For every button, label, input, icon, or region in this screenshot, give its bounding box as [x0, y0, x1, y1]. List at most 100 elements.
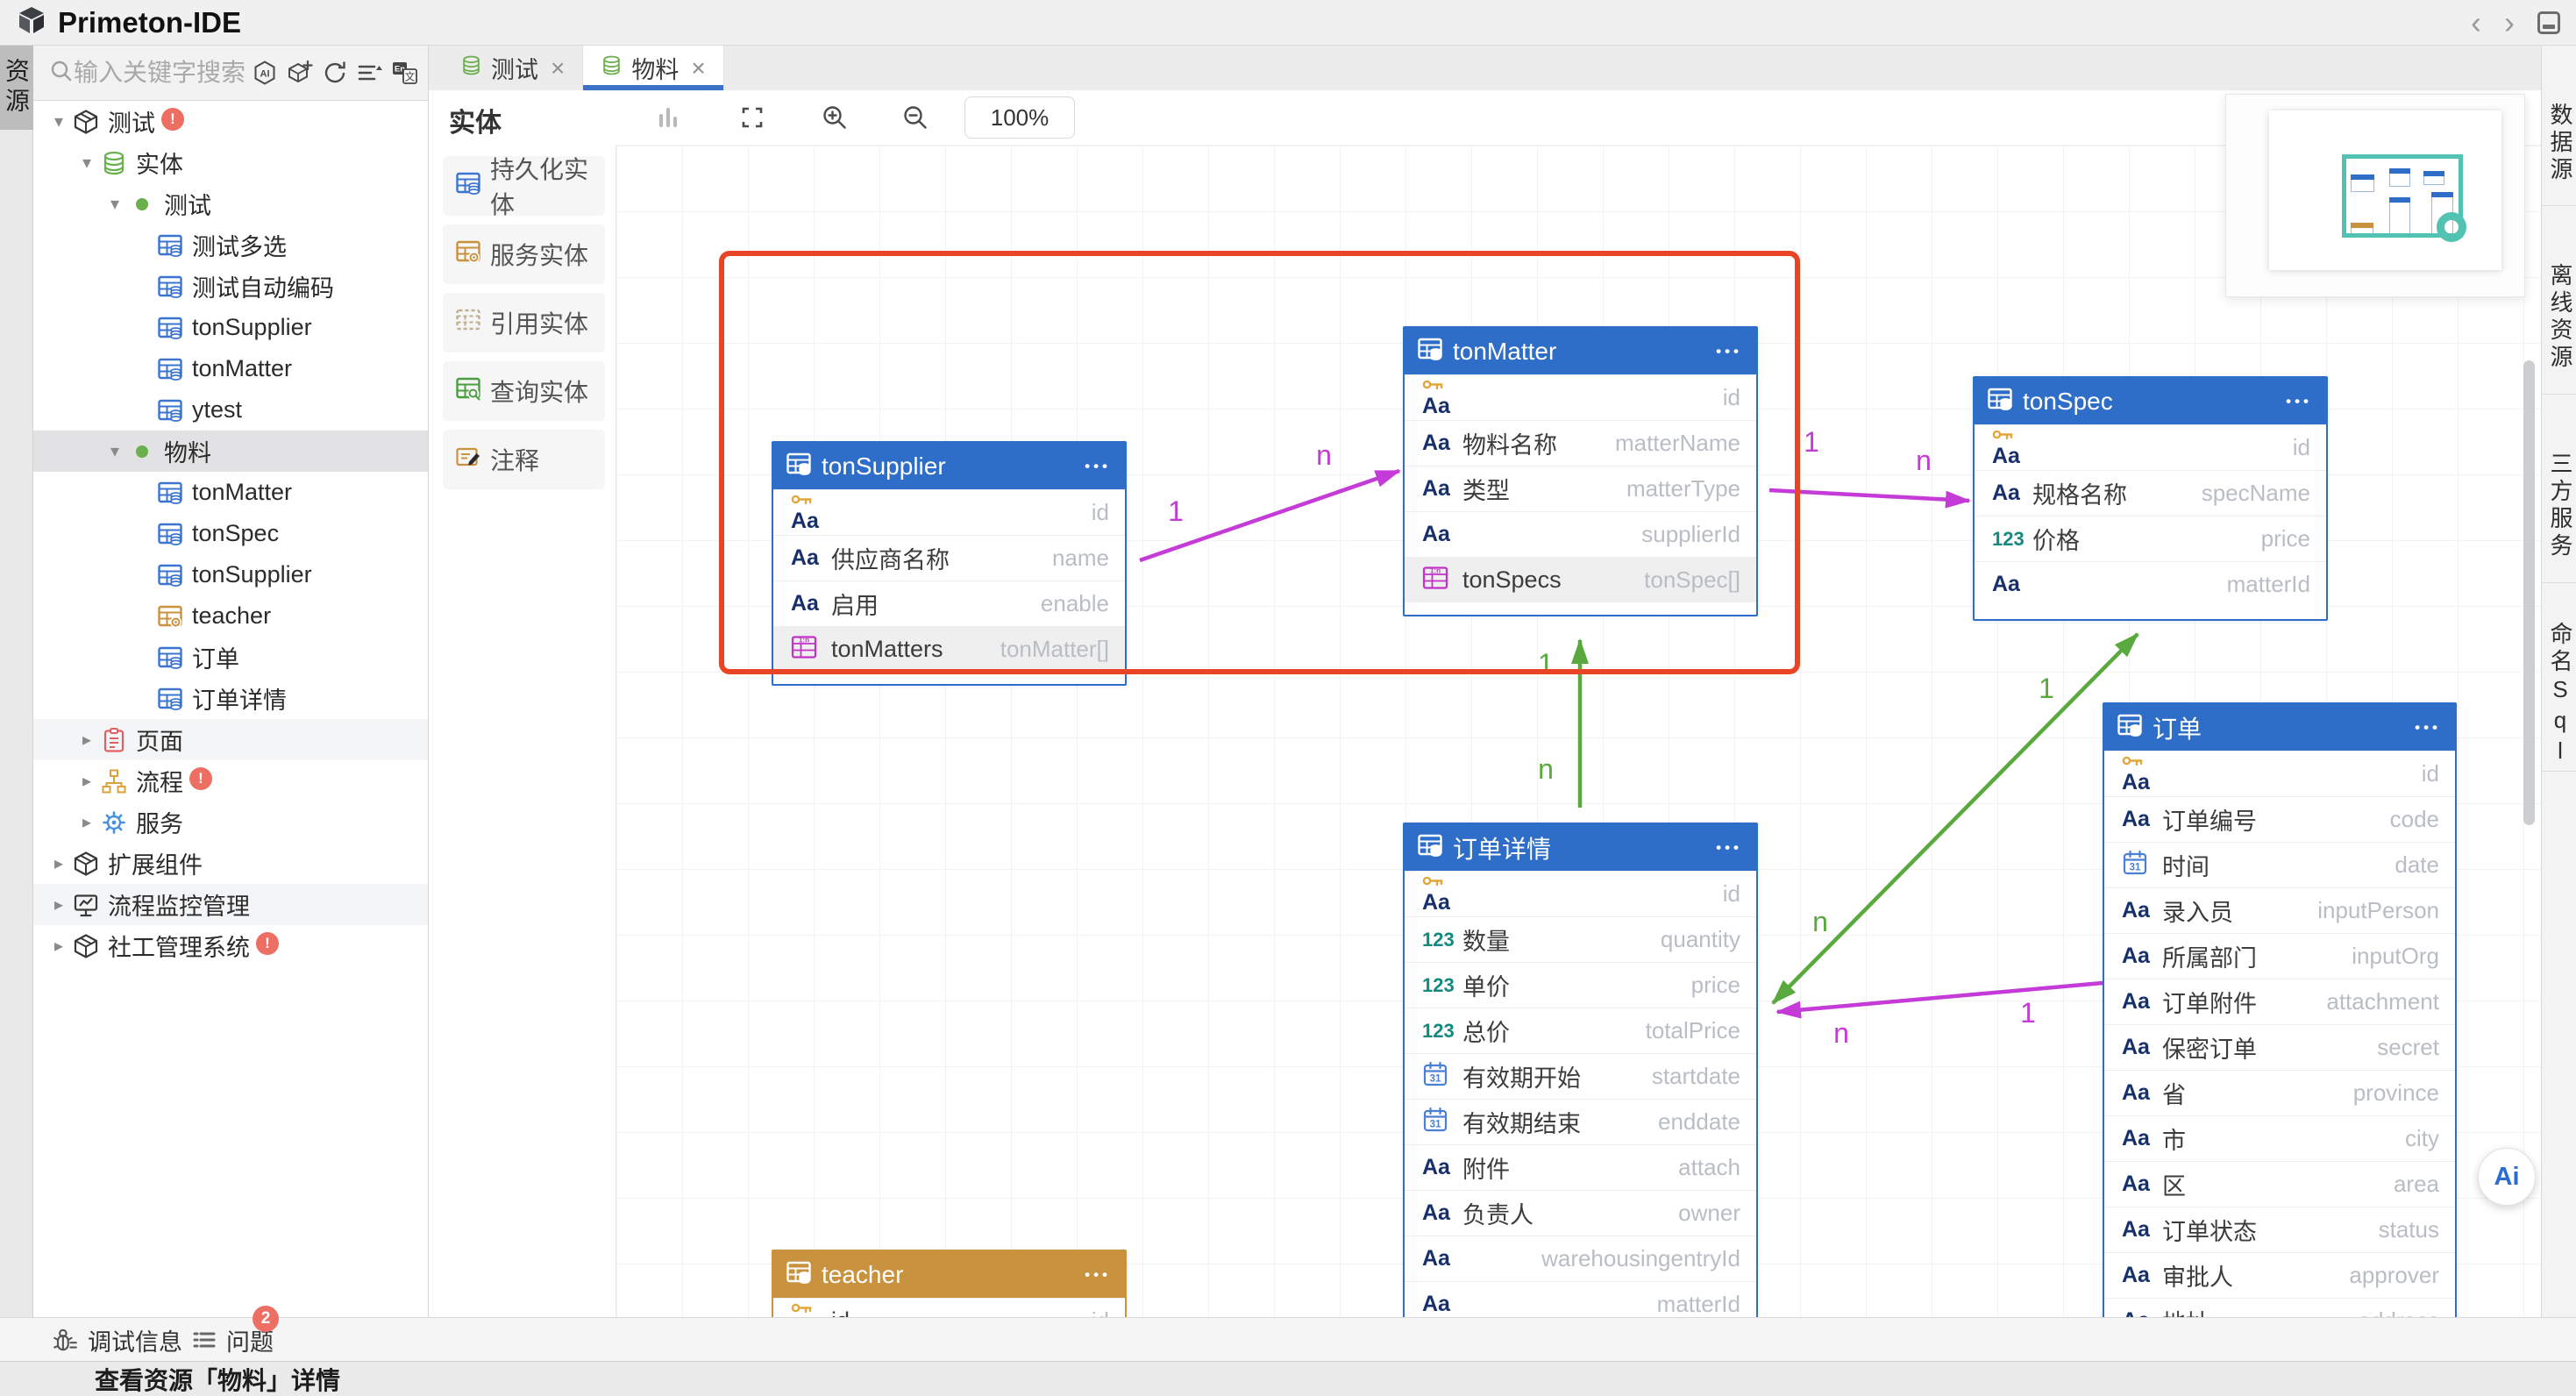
- entity-header[interactable]: teacher•••: [773, 1251, 1125, 1298]
- chevron-right-icon[interactable]: ▸: [46, 935, 72, 957]
- field-row-area[interactable]: Aa区area: [2104, 1161, 2455, 1207]
- rail-tab-三方服务[interactable]: 三方服务: [2542, 395, 2576, 583]
- tree-item-扩展组件[interactable]: ▸扩展组件: [33, 843, 428, 884]
- minimap-resize-handle[interactable]: [2437, 212, 2466, 242]
- tree-item-tonSpec[interactable]: tonSpec: [33, 513, 428, 554]
- rail-tab-命名Sql[interactable]: 命名Sql: [2542, 583, 2576, 772]
- collapse-sort-icon[interactable]: [356, 59, 384, 87]
- field-row-matterId[interactable]: AamatterId: [1975, 561, 2326, 607]
- tree-item-tonSupplier[interactable]: tonSupplier: [33, 307, 428, 348]
- entity-header[interactable]: tonSpec•••: [1975, 378, 2326, 424]
- field-row-inputPerson[interactable]: Aa录入员inputPerson: [2104, 887, 2455, 933]
- history-forward-icon[interactable]: ›: [2504, 7, 2515, 39]
- field-row-code[interactable]: Aa订单编号code: [2104, 796, 2455, 842]
- field-row-specName[interactable]: Aa规格名称specName: [1975, 470, 2326, 516]
- field-row-id[interactable]: Aaid: [2104, 751, 2455, 796]
- entity-header[interactable]: 订单•••: [2104, 704, 2455, 751]
- chevron-right-icon[interactable]: ▸: [74, 811, 100, 833]
- field-row-price[interactable]: 123价格price: [1975, 516, 2326, 561]
- field-row-attach[interactable]: Aa附件attach: [1405, 1144, 1756, 1190]
- translate-icon[interactable]: En文: [391, 59, 419, 87]
- field-row-status[interactable]: Aa订单状态status: [2104, 1207, 2455, 1252]
- rail-tab-离线资源[interactable]: 离线资源: [2542, 206, 2576, 395]
- canvas-vertical-scrollbar[interactable]: [2523, 360, 2535, 825]
- ai-icon[interactable]: AI: [251, 59, 279, 87]
- chevron-down-icon[interactable]: ▾: [74, 152, 100, 174]
- chevron-right-icon[interactable]: ▸: [74, 770, 100, 792]
- tree-item-页面[interactable]: ▸页面: [33, 719, 428, 760]
- chevron-right-icon[interactable]: ▸: [46, 852, 72, 874]
- field-row-address[interactable]: Aa地址address: [2104, 1298, 2455, 1317]
- rail-tab-resources[interactable]: 资源: [0, 46, 33, 130]
- ai-assistant-button[interactable]: Ai: [2478, 1148, 2536, 1206]
- chevron-down-icon[interactable]: ▾: [102, 440, 128, 462]
- tree-item-物料[interactable]: ▾物料: [33, 431, 428, 472]
- tree-item-测试自动编码[interactable]: 测试自动编码: [33, 266, 428, 307]
- diagram-canvas[interactable]: 1n1n1n1n1n tonSupplier•••AaidAa供应商名称name…: [616, 145, 2541, 1317]
- editor-tab-测试[interactable]: 测试×: [443, 46, 583, 90]
- tree-item-订单详情[interactable]: 订单详情: [33, 678, 428, 719]
- chevron-down-icon[interactable]: ▾: [46, 110, 72, 132]
- field-row-id[interactable]: Aaid: [1975, 424, 2326, 470]
- palette-item-服务实体[interactable]: 服务实体: [443, 224, 605, 284]
- palette-item-注释[interactable]: 注释: [443, 430, 605, 489]
- entity-header[interactable]: 订单详情•••: [1405, 824, 1756, 871]
- field-row-attachment[interactable]: Aa订单附件attachment: [2104, 979, 2455, 1024]
- tree-item-tonMatter[interactable]: tonMatter: [33, 472, 428, 513]
- tree-item-ytest[interactable]: ytest: [33, 389, 428, 431]
- editor-tab-物料[interactable]: 物料×: [583, 46, 723, 90]
- refresh-icon[interactable]: [321, 59, 349, 87]
- field-row-id[interactable]: Aaid: [1405, 871, 1756, 916]
- zoom-level[interactable]: 100%: [964, 96, 1075, 139]
- entity-menu-icon[interactable]: •••: [2286, 393, 2312, 410]
- tree-item-流程[interactable]: ▸流程!: [33, 760, 428, 801]
- relation-arrow-3[interactable]: [1773, 634, 2138, 1003]
- tree-item-测试[interactable]: ▾测试: [33, 183, 428, 224]
- chevron-down-icon[interactable]: ▾: [102, 193, 128, 215]
- entity-tonSpec[interactable]: tonSpec•••AaidAa规格名称specName123价格priceAa…: [1973, 376, 2328, 621]
- tree-item-服务[interactable]: ▸服务: [33, 801, 428, 843]
- zoom-in-icon[interactable]: [820, 103, 850, 132]
- debug-info-tab[interactable]: 调试信息: [51, 1318, 182, 1362]
- entity-订单[interactable]: 订单•••AaidAa订单编号code31时间dateAa录入员inputPer…: [2103, 702, 2457, 1317]
- tree-item-订单[interactable]: 订单: [33, 637, 428, 678]
- field-row-warehousingentryId[interactable]: AawarehousingentryId: [1405, 1236, 1756, 1281]
- entity-订单详情[interactable]: 订单详情•••Aaid123数量quantity123单价price123总价t…: [1403, 823, 1758, 1317]
- field-row-date[interactable]: 31时间date: [2104, 842, 2455, 887]
- fit-screen-icon[interactable]: [737, 103, 767, 132]
- field-row-secret[interactable]: Aa保密订单secret: [2104, 1024, 2455, 1070]
- search-input[interactable]: [74, 59, 247, 87]
- palette-item-持久化实体[interactable]: 持久化实体: [443, 156, 605, 216]
- rail-tab-数据源[interactable]: 数据源: [2542, 46, 2576, 206]
- field-row-approver[interactable]: Aa审批人approver: [2104, 1252, 2455, 1298]
- chevron-right-icon[interactable]: ▸: [46, 894, 72, 915]
- save-panel-icon[interactable]: [2537, 11, 2560, 34]
- entity-teacher[interactable]: teacher•••Aaidid: [772, 1250, 1127, 1317]
- tree-item-测试多选[interactable]: 测试多选: [33, 224, 428, 266]
- field-row-inputOrg[interactable]: Aa所属部门inputOrg: [2104, 933, 2455, 979]
- field-row-matterId[interactable]: AamatterId: [1405, 1281, 1756, 1317]
- relation-arrow-4[interactable]: [1777, 983, 2103, 1012]
- zoom-out-icon[interactable]: [900, 103, 930, 132]
- tree-item-社工管理系统[interactable]: ▸社工管理系统!: [33, 925, 428, 966]
- field-row-quantity[interactable]: 123数量quantity: [1405, 916, 1756, 962]
- field-row-province[interactable]: Aa省province: [2104, 1070, 2455, 1115]
- tree-item-测试[interactable]: ▾测试!: [33, 101, 428, 142]
- tab-close-icon[interactable]: ×: [551, 54, 565, 82]
- history-back-icon[interactable]: ‹: [2471, 7, 2481, 39]
- tree-item-流程监控管理[interactable]: ▸流程监控管理: [33, 884, 428, 925]
- field-row-startdate[interactable]: 31有效期开始startdate: [1405, 1053, 1756, 1099]
- stats-icon[interactable]: [653, 103, 683, 132]
- minimap[interactable]: [2225, 94, 2525, 297]
- palette-item-查询实体[interactable]: 查询实体: [443, 361, 605, 421]
- new-component-icon[interactable]: [286, 59, 314, 87]
- entity-menu-icon[interactable]: •••: [1716, 839, 1742, 857]
- field-row-owner[interactable]: Aa负责人owner: [1405, 1190, 1756, 1236]
- tree-item-tonSupplier[interactable]: tonSupplier: [33, 554, 428, 595]
- entity-menu-icon[interactable]: •••: [1085, 1266, 1111, 1284]
- tree-item-tonMatter[interactable]: tonMatter: [33, 348, 428, 389]
- field-row-id[interactable]: Aaidid: [773, 1298, 1125, 1317]
- entity-menu-icon[interactable]: •••: [2415, 719, 2441, 737]
- field-row-totalPrice[interactable]: 123总价totalPrice: [1405, 1008, 1756, 1053]
- chevron-right-icon[interactable]: ▸: [74, 729, 100, 751]
